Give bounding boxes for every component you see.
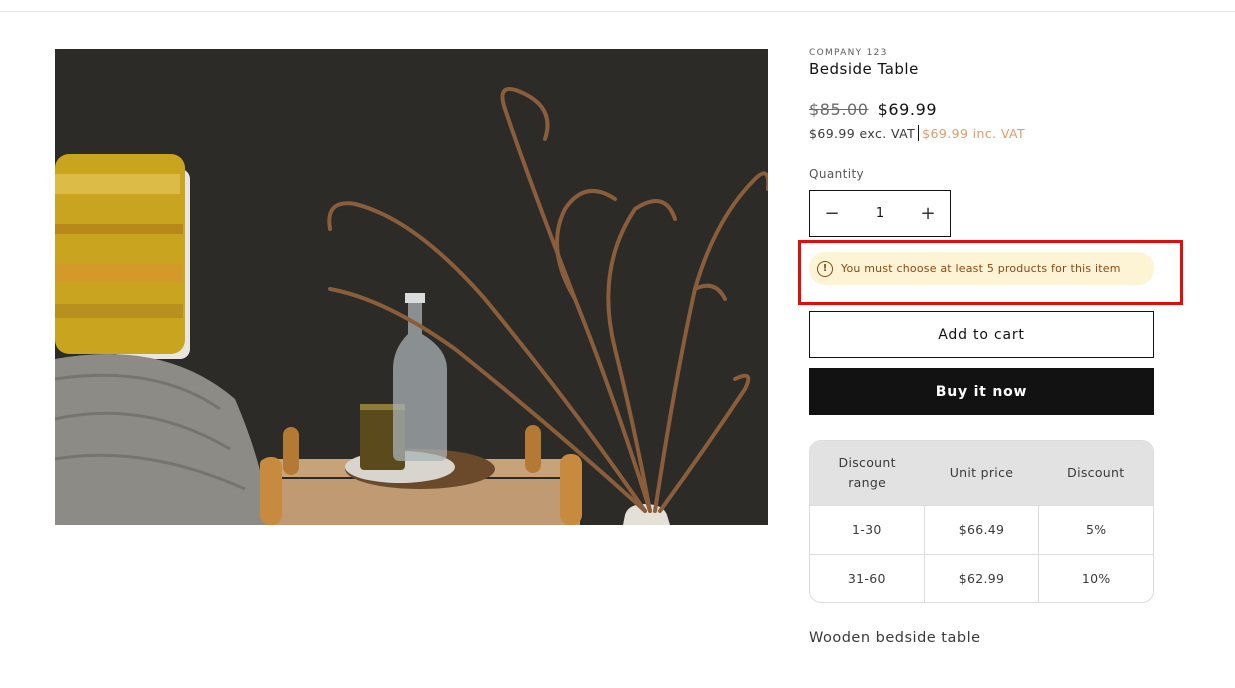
add-to-cart-button[interactable]: Add to cart [809,311,1154,358]
sale-price: $69.99 [877,100,938,119]
table-cell-unit-price: $62.99 [923,555,1039,602]
compare-at-price: $85.00 [809,100,869,119]
vat-price-row: $69.99 exc. VAT $69.99 inc. VAT [809,125,1025,141]
minus-icon: − [824,203,840,224]
bedside-scene-illustration [55,49,768,525]
warning-message: You must choose at least 5 products for … [841,262,1121,275]
quantity-label: Quantity [809,167,865,181]
buy-it-now-button[interactable]: Buy it now [809,368,1154,415]
price-row: $85.00 $69.99 [809,100,937,119]
table-header-discount: Discount [1067,465,1125,480]
vat-separator [918,125,920,141]
header-divider [0,11,1235,12]
table-row: 31-60 $62.99 10% [810,554,1153,602]
product-description: Wooden bedside table [809,630,981,646]
price-exc-vat: $69.99 exc. VAT [809,125,916,141]
volume-discount-table: Discount range Unit price Discount 1-30 … [809,440,1154,603]
product-vendor: COMPANY 123 [809,48,888,58]
table-cell-unit-price: $66.49 [923,506,1039,554]
table-cell-range: 31-60 [847,571,886,586]
table-cell-discount: 10% [1038,555,1153,602]
table-cell-range: 1-30 [852,522,882,537]
plus-icon: + [920,203,936,224]
quantity-stepper: − 1 + [809,190,951,237]
quantity-increase-button[interactable]: + [906,191,950,236]
table-header-discount-range: Discount range [838,455,896,490]
product-image[interactable] [55,49,768,525]
info-circle-icon: ! [817,260,833,277]
product-title: Bedside Table [809,60,919,78]
table-header-row: Discount range Unit price Discount [810,441,1153,505]
quantity-input[interactable]: 1 [854,206,906,221]
table-row: 1-30 $66.49 5% [810,505,1153,554]
quantity-decrease-button[interactable]: − [810,191,854,236]
table-cell-discount: 5% [1038,506,1153,554]
minimum-quantity-warning: ! You must choose at least 5 products fo… [809,252,1154,285]
price-inc-vat: $69.99 inc. VAT [922,125,1026,141]
table-header-unit-price: Unit price [949,465,1014,480]
